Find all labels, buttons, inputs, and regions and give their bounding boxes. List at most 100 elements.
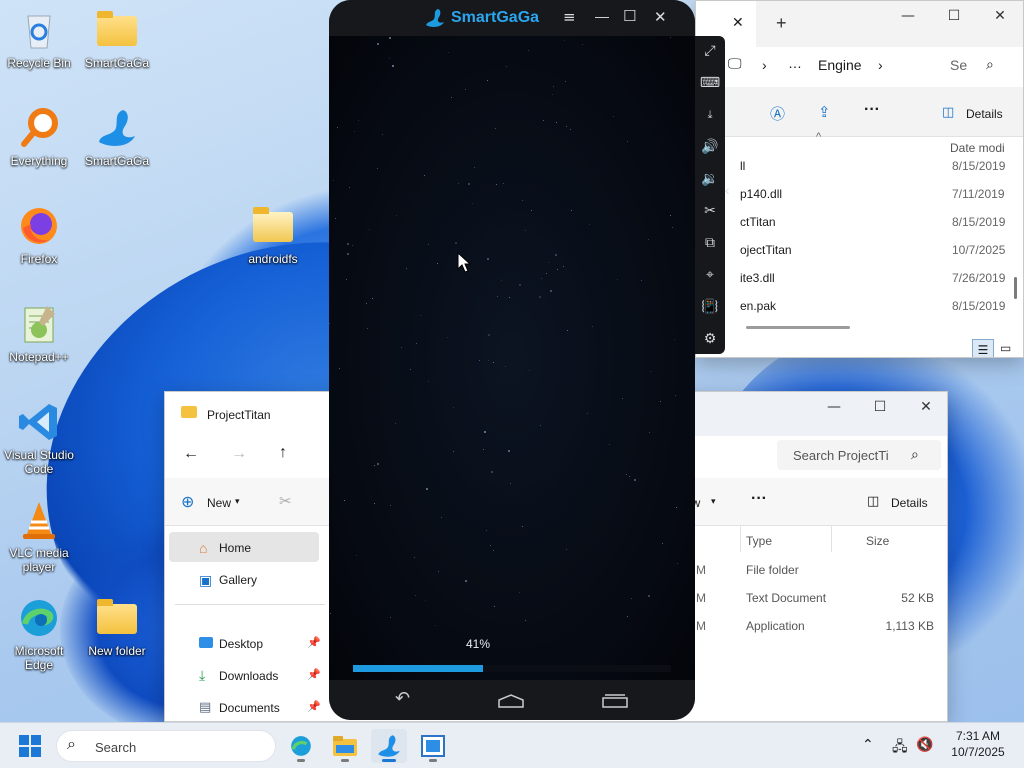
clock[interactable]: 7:31 AM 10/7/2025	[946, 729, 1010, 759]
details-view-icon[interactable]: ☰	[972, 339, 994, 357]
back-arrow-icon[interactable]: ←	[183, 445, 199, 463]
start-button[interactable]	[18, 734, 42, 758]
more-options-icon[interactable]: ···	[864, 101, 880, 119]
minimize-button[interactable]: —	[885, 1, 931, 31]
taskbar-app-smartgaga[interactable]	[371, 729, 407, 763]
hamburger-menu-icon[interactable]: ≡	[563, 8, 576, 26]
table-row[interactable]: ojectTitan 10/7/2025	[696, 236, 1023, 264]
sidebar-item-desktop[interactable]: Desktop 📌	[169, 628, 321, 658]
home-icon[interactable]	[497, 694, 525, 708]
folder-icon	[181, 406, 197, 418]
desktop-icon-label: Firefox	[20, 252, 58, 266]
table-row[interactable]: ctTitan 8/15/2019	[696, 208, 1023, 236]
table-row[interactable]: en.pak 8/15/2019	[696, 292, 1023, 320]
rename-icon[interactable]: Ⓐ	[770, 103, 785, 124]
breadcrumb-engine[interactable]: Engine	[818, 57, 862, 73]
star	[552, 94, 553, 95]
minimize-button[interactable]: —	[811, 392, 857, 422]
gear-icon[interactable]: ⚙	[699, 328, 721, 350]
new-button[interactable]: New	[207, 496, 231, 510]
table-row[interactable]: p140.dll 7/11/2019	[696, 180, 1023, 208]
volume-down-icon[interactable]: 🔉	[699, 168, 721, 190]
more-options-icon[interactable]: ···	[751, 490, 767, 508]
scissors-icon[interactable]: ✂	[699, 200, 721, 222]
tiles-view-icon[interactable]: ▭	[1000, 341, 1011, 355]
close-button[interactable]: ✕	[977, 1, 1023, 31]
details-button[interactable]: Details	[966, 107, 1003, 121]
desktop-icon-smartgaga-folder[interactable]: SmartGaGa	[80, 8, 154, 70]
search-input[interactable]: Search ProjectTi ⌕	[777, 440, 941, 470]
sidebar-item-downloads[interactable]: ⤓ Downloads 📌	[169, 660, 321, 690]
star	[487, 258, 489, 260]
desktop-icon-edge[interactable]: Microsoft Edge	[2, 596, 76, 672]
star	[474, 167, 475, 168]
search-input[interactable]: Se	[950, 57, 967, 73]
vertical-scrollbar[interactable]	[1014, 277, 1017, 299]
up-arrow-icon[interactable]: ↑	[279, 444, 287, 462]
volume-up-icon[interactable]: 🔊	[699, 136, 721, 158]
sidebar-item-home[interactable]: ⌂ Home	[169, 532, 319, 562]
taskbar-search[interactable]: ⌕ Search	[56, 730, 276, 762]
horizontal-scrollbar[interactable]	[746, 326, 850, 329]
network-icon[interactable]: 🖧	[892, 736, 908, 760]
star	[468, 183, 470, 185]
desktop-icon-smartgaga-app[interactable]: SmartGaGa	[80, 106, 154, 168]
emulator-screen[interactable]: 41%	[329, 36, 695, 680]
tab-projecttitan[interactable]: ProjectTitan	[165, 392, 330, 438]
desktop-icon-androidfs[interactable]: androidfs	[236, 204, 310, 266]
taskbar-app-edge[interactable]	[283, 729, 319, 763]
cut-icon[interactable]: ✂	[279, 492, 292, 510]
star	[390, 617, 391, 618]
table-row[interactable]: ite3.dll 7/26/2019	[696, 264, 1023, 292]
desktop-icon-vscode[interactable]: Visual Studio Code	[2, 400, 76, 476]
collapse-toolbar-icon[interactable]: ‹	[725, 182, 730, 198]
desktop-icon-new-folder[interactable]: New folder	[80, 596, 154, 658]
desktop-icon-vlc[interactable]: VLC media player	[2, 498, 76, 574]
forward-arrow-icon[interactable]: →	[231, 445, 247, 463]
gallery-icon: ▣	[199, 572, 213, 588]
emulator-title: SmartGaGa	[451, 9, 540, 26]
pin-icon[interactable]: 📌	[307, 700, 321, 713]
column-header-type[interactable]: Type	[746, 534, 772, 548]
emulator-titlebar[interactable]: SmartGaGa ≡ — ☐ ✕	[329, 0, 695, 36]
keyboard-icon[interactable]: ⌨	[699, 72, 721, 94]
star	[356, 555, 357, 556]
share-icon[interactable]: ⇪	[818, 103, 831, 121]
desktop-icon-recycle-bin[interactable]: Recycle Bin	[2, 8, 76, 70]
location-icon[interactable]: ⌖	[699, 264, 721, 286]
pin-icon[interactable]: 📌	[307, 668, 321, 681]
close-button[interactable]: ✕	[903, 392, 947, 422]
fullscreen-icon[interactable]: ⤢	[699, 40, 721, 62]
maximize-button[interactable]: ☐	[931, 1, 977, 31]
chevron-up-icon[interactable]: ⌃	[862, 736, 874, 753]
breadcrumb-overflow[interactable]: …	[788, 55, 802, 71]
table-row[interactable]: ll 8/15/2019	[696, 152, 1023, 180]
volume-muted-icon[interactable]: 🔇	[916, 736, 933, 753]
close-tab-icon[interactable]: ✕	[732, 15, 744, 31]
multi-instance-icon[interactable]: ⧉	[699, 232, 721, 254]
star	[553, 86, 554, 87]
sidebar-item-gallery[interactable]: ▣ Gallery	[169, 564, 319, 594]
taskbar-app-window[interactable]	[415, 729, 451, 763]
shake-icon[interactable]: 📳	[699, 296, 721, 318]
details-button[interactable]: Details	[891, 496, 928, 510]
maximize-button[interactable]: ☐	[623, 7, 636, 25]
chevron-down-icon: ▾	[235, 496, 240, 506]
desktop-icon-everything[interactable]: Everything	[2, 106, 76, 168]
recent-apps-icon[interactable]	[601, 694, 629, 708]
back-icon[interactable]: ↶	[395, 688, 410, 709]
column-header-size[interactable]: Size	[866, 534, 889, 548]
minimize-button[interactable]: —	[595, 8, 609, 24]
install-apk-icon[interactable]: ⤓	[699, 104, 721, 126]
desktop-icon-notepadpp[interactable]: Notepad++	[2, 302, 76, 364]
pin-icon[interactable]: 📌	[307, 636, 321, 649]
taskbar-app-file-explorer[interactable]	[327, 729, 363, 763]
sidebar-item-documents[interactable]: ▤ Documents 📌	[169, 692, 321, 721]
new-tab-icon[interactable]: +	[776, 13, 787, 34]
maximize-button[interactable]: ☐	[857, 392, 903, 422]
file-size: 52 KB	[901, 591, 934, 605]
star	[453, 451, 454, 452]
notepad-plus-plus-icon	[17, 302, 61, 346]
desktop-icon-firefox[interactable]: Firefox	[2, 204, 76, 266]
close-button[interactable]: ✕	[654, 8, 667, 26]
